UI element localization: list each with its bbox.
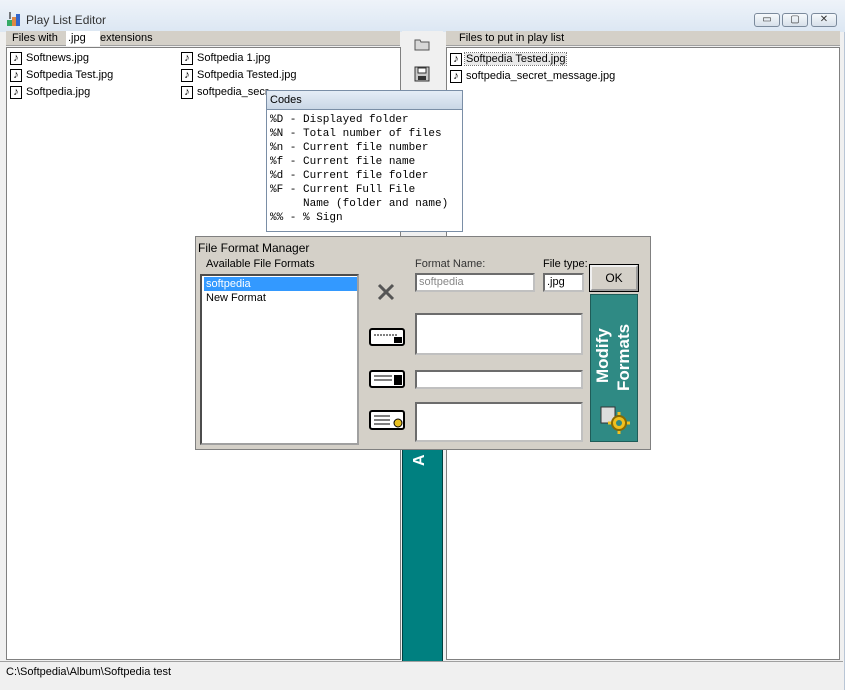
format-name-label: Format Name: (415, 258, 486, 270)
title-bar[interactable]: Play List Editor ▭ ▢ ✕ (0, 0, 845, 32)
right-list-header: Files to put in play list (446, 31, 840, 46)
code-line: %n - Current file number (270, 142, 429, 154)
list-item[interactable]: ♪ softpedia_secret_message.jpg (450, 68, 616, 84)
app-icon (6, 11, 22, 27)
list-item[interactable]: ♪ Softpedia 1.jpg (181, 50, 271, 66)
header-format-icon[interactable] (368, 325, 408, 352)
list-item[interactable]: ♪ Softpedia.jpg (10, 84, 91, 100)
window-title: Play List Editor (26, 13, 107, 27)
file-name: Softpedia Test.jpg (26, 69, 114, 81)
file-name: Softnews.jpg (26, 52, 89, 64)
header-format-field[interactable] (415, 313, 583, 355)
music-file-icon: ♪ (181, 85, 193, 99)
file-name: Softpedia 1.jpg (197, 52, 271, 64)
minimize-button[interactable]: ▭ (754, 13, 780, 27)
format-item[interactable]: New Format (204, 291, 357, 305)
playlist-header-label: Files to put in play list (459, 32, 565, 44)
extension-value: .jpg (68, 32, 86, 44)
codes-title: Codes (270, 94, 302, 106)
footer-format-icon[interactable] (368, 407, 408, 436)
close-button[interactable]: ✕ (811, 13, 837, 27)
codes-window: Codes %D - Displayed folder %N - Total n… (266, 90, 463, 232)
extension-field[interactable]: .jpg (66, 31, 100, 46)
codes-title-bar[interactable]: Codes (267, 91, 462, 110)
list-item[interactable]: ♪ Softnews.jpg (10, 50, 90, 66)
list-item[interactable]: ♪ softpedia_secr (181, 84, 270, 100)
available-formats-label: Available File Formats (206, 258, 315, 270)
ok-button[interactable]: OK (589, 264, 639, 292)
teal-side-panel: A (402, 440, 443, 661)
file-name: Softpedia.jpg (26, 86, 91, 98)
left-list-header: Files with .jpg extensions (6, 31, 400, 46)
ffm-title: File Format Manager (198, 241, 310, 255)
file-type-label: File type: (543, 258, 588, 270)
list-item[interactable]: ♪ Softpedia Test.jpg (10, 67, 114, 83)
list-item[interactable]: ♪ Softpedia Tested.jpg (181, 67, 297, 83)
teal-panel-text: A (411, 454, 428, 466)
delete-icon[interactable] (376, 283, 396, 304)
code-line: %F - Current Full File (270, 184, 416, 196)
music-file-icon: ♪ (10, 85, 22, 99)
code-line: %% - % Sign (270, 212, 343, 224)
modify-formats-panel: Modify Formats (590, 294, 638, 442)
formats-text: Formats (614, 323, 633, 391)
music-file-icon: ♪ (181, 68, 193, 82)
file-name: Softpedia Tested.jpg (197, 69, 297, 81)
extensions-label: extensions (100, 32, 153, 44)
files-with-label: Files with (12, 32, 58, 44)
format-list[interactable]: softpedia New Format (200, 274, 359, 445)
status-path: C:\Softpedia\Album\Softpedia test (6, 666, 172, 678)
status-bar: C:\Softpedia\Album\Softpedia test (0, 661, 843, 681)
format-item[interactable]: softpedia (204, 277, 357, 291)
list-item[interactable]: ♪ Softpedia Tested.jpg (450, 51, 568, 67)
format-name-field[interactable]: softpedia (415, 273, 535, 292)
settings-gear-icon (599, 403, 631, 438)
modify-text: Modify (593, 328, 612, 383)
code-line: %D - Displayed folder (270, 114, 409, 126)
save-icon[interactable] (414, 66, 430, 85)
code-line: %N - Total number of files (270, 128, 442, 140)
music-file-icon: ♪ (450, 69, 462, 83)
file-type-field[interactable]: .jpg (543, 273, 584, 292)
music-file-icon: ♪ (181, 51, 193, 65)
file-name: Softpedia Tested.jpg (463, 52, 568, 66)
file-format-manager-window: File Format Manager Available File Forma… (195, 236, 651, 450)
line-format-field[interactable] (415, 370, 583, 389)
line-format-icon[interactable] (368, 367, 408, 394)
code-line: %d - Current file folder (270, 170, 429, 182)
open-folder-icon[interactable] (414, 37, 430, 54)
code-line: Name (folder and name) (270, 198, 449, 210)
music-file-icon: ♪ (10, 68, 22, 82)
music-file-icon: ♪ (10, 51, 22, 65)
maximize-button[interactable]: ▢ (782, 13, 808, 27)
music-file-icon: ♪ (450, 52, 462, 66)
footer-format-field[interactable] (415, 402, 583, 442)
file-name: softpedia_secr (197, 86, 269, 98)
file-name: softpedia_secret_message.jpg (466, 70, 616, 82)
code-line: %f - Current file name (270, 156, 416, 168)
